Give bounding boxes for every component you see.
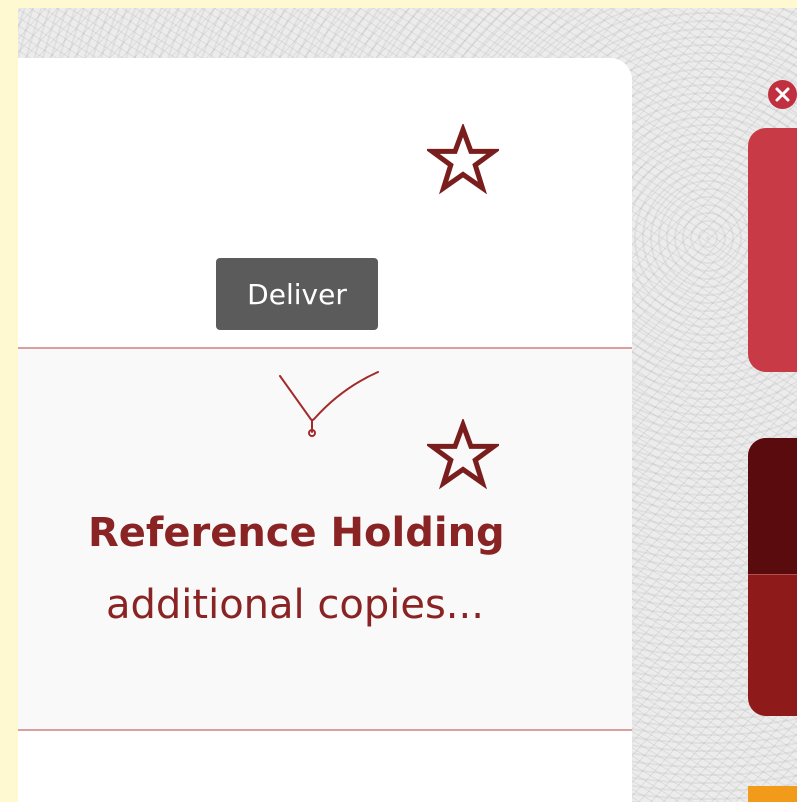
favorite-star-icon[interactable] — [424, 417, 502, 491]
side-tile-orange[interactable] — [748, 786, 797, 802]
deliver-tooltip: Deliver — [216, 258, 378, 330]
holding-title[interactable]: Reference Holding — [88, 510, 505, 556]
favorite-star-icon[interactable] — [424, 122, 502, 196]
tooltip-text: Deliver — [247, 277, 347, 311]
holding-row-bottom — [18, 731, 632, 802]
close-icon[interactable] — [768, 80, 797, 109]
deliver-checkmark-icon[interactable] — [262, 366, 382, 442]
side-tile-dark[interactable] — [748, 438, 797, 716]
side-tile-dark-top — [748, 438, 797, 574]
side-tile-divider — [748, 574, 797, 575]
side-tile-red[interactable] — [748, 128, 797, 372]
holding-subtitle[interactable]: additional copies... — [106, 582, 484, 628]
